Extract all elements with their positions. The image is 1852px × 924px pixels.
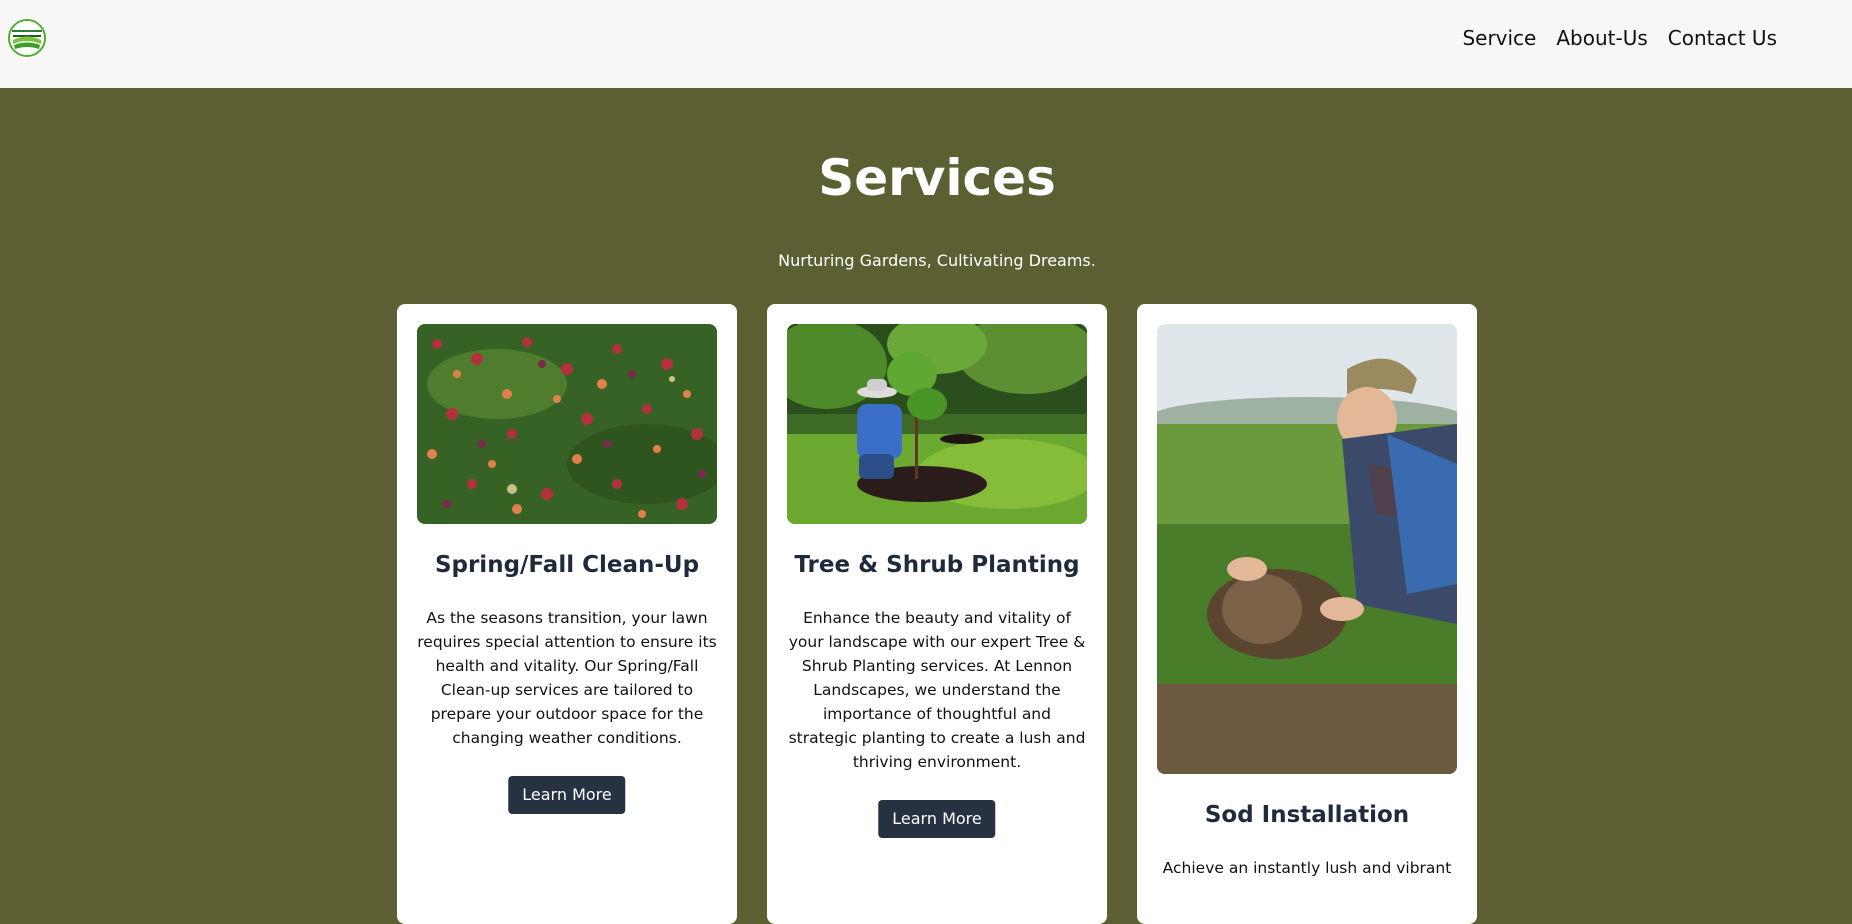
tree-planting-image: [787, 324, 1087, 524]
autumn-leaves-image: [417, 324, 717, 524]
card-title: Sod Installation: [1204, 802, 1410, 828]
service-card-cleanup: Spring/Fall Clean-Up As the seasons tran…: [397, 304, 737, 924]
nav-service-link[interactable]: Service: [1462, 24, 1536, 52]
leaf-logo[interactable]: [8, 19, 46, 57]
page-subtitle: Nurturing Gardens, Cultivating Dreams.: [778, 251, 1096, 270]
nav-about-link[interactable]: About-Us: [1556, 24, 1647, 52]
sod-installation-image: [1157, 324, 1457, 774]
card-title: Spring/Fall Clean-Up: [434, 552, 700, 578]
top-navigation-bar: Service About-Us Contact Us: [0, 0, 1852, 88]
service-card-planting: Tree & Shrub Planting Enhance the beauty…: [767, 304, 1107, 924]
card-description: Achieve an instantly lush and vibrant: [1162, 859, 1452, 877]
learn-more-button[interactable]: Learn More: [878, 800, 996, 838]
card-description: As the seasons transition, your lawn req…: [417, 609, 717, 747]
nav-contact-link[interactable]: Contact Us: [1668, 24, 1777, 52]
learn-more-button[interactable]: Learn More: [508, 776, 626, 814]
page-title: Services: [818, 149, 1056, 207]
card-title: Tree & Shrub Planting: [794, 552, 1080, 578]
service-card-sod: Sod Installation Achieve an instantly lu…: [1137, 304, 1477, 924]
main-nav: Service About-Us Contact Us: [1462, 24, 1777, 52]
card-description: Enhance the beauty and vitality of your …: [788, 609, 1086, 771]
